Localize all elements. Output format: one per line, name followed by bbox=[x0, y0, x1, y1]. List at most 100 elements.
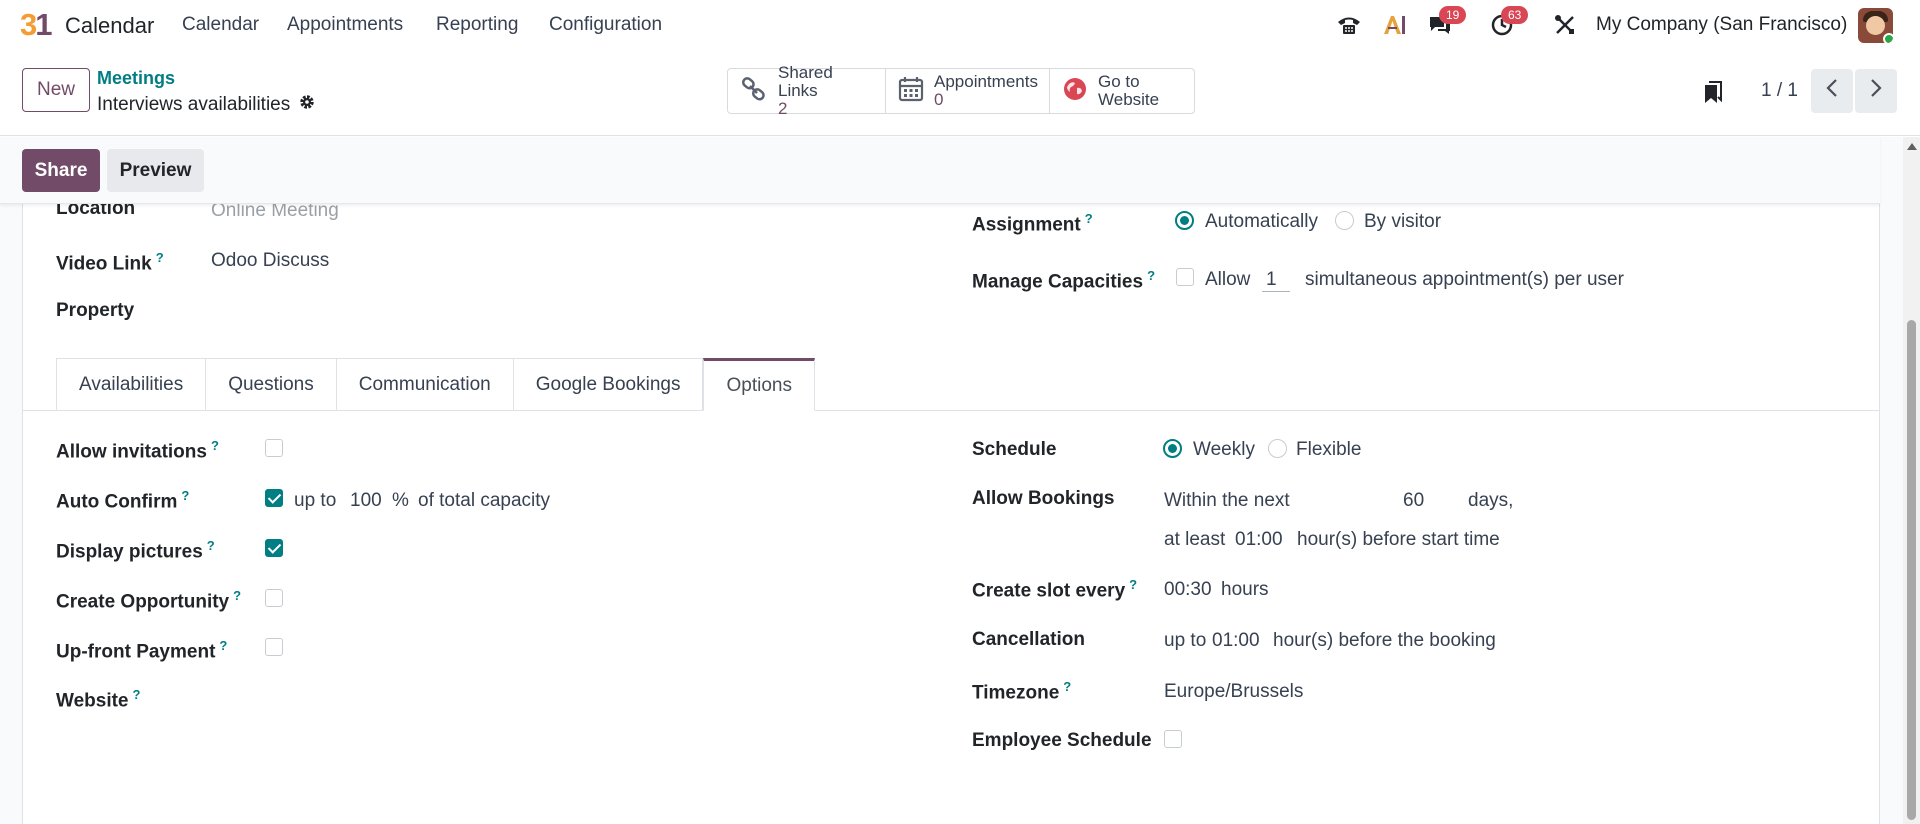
create-slot-label: Create slot every? bbox=[972, 577, 1138, 602]
assignment-automatically-label: Automatically bbox=[1205, 211, 1318, 232]
schedule-weekly-label: Weekly bbox=[1193, 439, 1255, 460]
auto-confirm-percent-sign: % bbox=[392, 490, 409, 511]
bookings-min-hours-input[interactable]: 01:00 bbox=[1235, 529, 1283, 551]
ai-icon[interactable] bbox=[1380, 12, 1410, 38]
preview-button[interactable]: Preview bbox=[107, 149, 204, 192]
user-avatar[interactable] bbox=[1858, 8, 1893, 43]
upfront-payment-label: Up-front Payment? bbox=[56, 638, 228, 663]
video-link-label: Video Link? bbox=[56, 250, 164, 275]
schedule-flexible-radio[interactable] bbox=[1268, 439, 1287, 458]
breadcrumb-current: Interviews availabilities bbox=[97, 93, 316, 117]
auto-confirm-upto: up to bbox=[294, 490, 337, 511]
appointments-button[interactable]: Appointments 0 bbox=[886, 69, 1050, 113]
pager-next-button[interactable] bbox=[1855, 69, 1897, 113]
bookings-min-hours-suffix: hour(s) before start time bbox=[1297, 529, 1500, 550]
shared-links-button[interactable]: Shared Links 2 bbox=[728, 64, 886, 118]
tools-icon[interactable] bbox=[1552, 12, 1578, 38]
company-switcher[interactable]: My Company (San Francisco) bbox=[1596, 14, 1847, 36]
assignment-label: Assignment? bbox=[972, 211, 1093, 236]
gear-icon[interactable] bbox=[298, 93, 316, 117]
form-content bbox=[0, 137, 1920, 824]
tab-availabilities[interactable]: Availabilities bbox=[56, 358, 206, 411]
capacities-allow-label: Allow bbox=[1205, 269, 1251, 290]
cancellation-hours-input[interactable]: 01:00 bbox=[1212, 630, 1260, 652]
auto-confirm-percentage-input[interactable]: 100 bbox=[350, 490, 382, 512]
cancellation-label: Cancellation bbox=[972, 629, 1085, 650]
assignment-by-visitor-radio[interactable] bbox=[1335, 211, 1354, 230]
share-button[interactable]: Share bbox=[22, 149, 100, 192]
schedule-weekly-radio[interactable] bbox=[1163, 439, 1182, 458]
auto-confirm-suffix: of total capacity bbox=[418, 490, 551, 511]
bookings-within-label: Within the next bbox=[1164, 490, 1290, 511]
create-opportunity-label: Create Opportunity? bbox=[56, 588, 242, 613]
schedule-label: Schedule bbox=[972, 439, 1057, 460]
slot-duration-unit: hours bbox=[1221, 579, 1269, 600]
top-navbar: 31 Calendar Calendar Appointments Report… bbox=[0, 0, 1920, 50]
activities-icon[interactable]: 63 bbox=[1487, 6, 1529, 38]
chevron-right-icon bbox=[1870, 78, 1882, 104]
online-status-icon bbox=[1883, 33, 1893, 43]
upfront-payment-checkbox[interactable] bbox=[265, 638, 283, 656]
breadcrumb-parent[interactable]: Meetings bbox=[97, 68, 175, 89]
globe-icon bbox=[1062, 76, 1088, 106]
app-name[interactable]: Calendar bbox=[65, 13, 154, 39]
tab-options[interactable]: Options bbox=[703, 358, 815, 411]
calendar-app-icon[interactable]: 31 bbox=[20, 9, 53, 41]
assignment-automatically-radio[interactable] bbox=[1175, 211, 1194, 230]
allow-bookings-label: Allow Bookings bbox=[972, 488, 1115, 509]
menu-configuration[interactable]: Configuration bbox=[549, 14, 662, 36]
bookings-atleast-label: at least bbox=[1164, 529, 1226, 550]
bookmark-icon[interactable] bbox=[1703, 80, 1723, 110]
display-pictures-label: Display pictures? bbox=[56, 538, 215, 563]
menu-reporting[interactable]: Reporting bbox=[436, 14, 518, 36]
menu-calendar[interactable]: Calendar bbox=[182, 14, 259, 36]
manage-capacities-checkbox[interactable] bbox=[1176, 268, 1194, 286]
smart-buttons: Shared Links 2 Appointments 0 Go to Website bbox=[727, 64, 1195, 118]
pager-value[interactable]: 1 / 1 bbox=[1761, 80, 1798, 102]
form-sheet bbox=[22, 137, 1880, 824]
schedule-flexible-label: Flexible bbox=[1296, 439, 1362, 460]
tab-communication[interactable]: Communication bbox=[335, 358, 513, 411]
manage-capacities-label: Manage Capacities? bbox=[972, 268, 1156, 293]
allow-invitations-label: Allow invitations? bbox=[56, 438, 219, 463]
pager-previous-button[interactable] bbox=[1811, 69, 1853, 113]
calendar-icon bbox=[898, 76, 924, 106]
phone-icon[interactable] bbox=[1334, 12, 1364, 38]
employee-schedule-checkbox[interactable] bbox=[1164, 730, 1182, 748]
bookings-days-unit: days, bbox=[1468, 490, 1514, 511]
go-to-website-button[interactable]: Go to Website bbox=[1050, 69, 1194, 113]
messages-badge: 19 bbox=[1439, 6, 1467, 24]
bookings-days-input[interactable]: 60 bbox=[1403, 490, 1424, 512]
tab-questions[interactable]: Questions bbox=[205, 358, 336, 411]
auto-confirm-label: Auto Confirm? bbox=[56, 488, 190, 513]
display-pictures-checkbox[interactable] bbox=[265, 539, 283, 557]
chevron-left-icon bbox=[1826, 78, 1838, 104]
cancellation-upto: up to bbox=[1164, 630, 1207, 651]
form-statusbar: Share Preview bbox=[0, 137, 1880, 204]
employee-schedule-label: Employee Schedule bbox=[972, 730, 1152, 751]
capacities-suffix: simultaneous appointment(s) per user bbox=[1305, 269, 1624, 290]
assignment-by-visitor-label: By visitor bbox=[1364, 211, 1442, 232]
page-scrollbar[interactable] bbox=[1903, 137, 1920, 824]
slot-duration-input[interactable]: 00:30 bbox=[1164, 579, 1212, 601]
activities-badge: 63 bbox=[1501, 6, 1529, 24]
auto-confirm-checkbox[interactable] bbox=[265, 489, 283, 507]
property-label: Property bbox=[56, 300, 135, 321]
cancellation-suffix: hour(s) before the booking bbox=[1273, 630, 1496, 651]
tab-google-bookings[interactable]: Google Bookings bbox=[512, 358, 704, 411]
scroll-up-arrow-icon[interactable] bbox=[1907, 143, 1917, 150]
create-opportunity-checkbox[interactable] bbox=[265, 589, 283, 607]
link-icon bbox=[740, 76, 768, 106]
allow-invitations-checkbox[interactable] bbox=[265, 439, 283, 457]
capacities-input[interactable]: 1 bbox=[1262, 269, 1290, 292]
video-link-field[interactable]: Odoo Discuss bbox=[211, 250, 329, 272]
menu-appointments[interactable]: Appointments bbox=[287, 14, 403, 36]
timezone-label: Timezone? bbox=[972, 679, 1072, 704]
messages-icon[interactable]: 19 bbox=[1425, 6, 1467, 38]
scrollbar-thumb[interactable] bbox=[1907, 320, 1916, 820]
control-panel: New Meetings Interviews availabilities S… bbox=[0, 50, 1920, 136]
timezone-field[interactable]: Europe/Brussels bbox=[1164, 681, 1303, 703]
website-label: Website? bbox=[56, 687, 141, 712]
form-tabs: Availabilities Questions Communication G… bbox=[56, 358, 815, 411]
new-button[interactable]: New bbox=[22, 68, 90, 112]
